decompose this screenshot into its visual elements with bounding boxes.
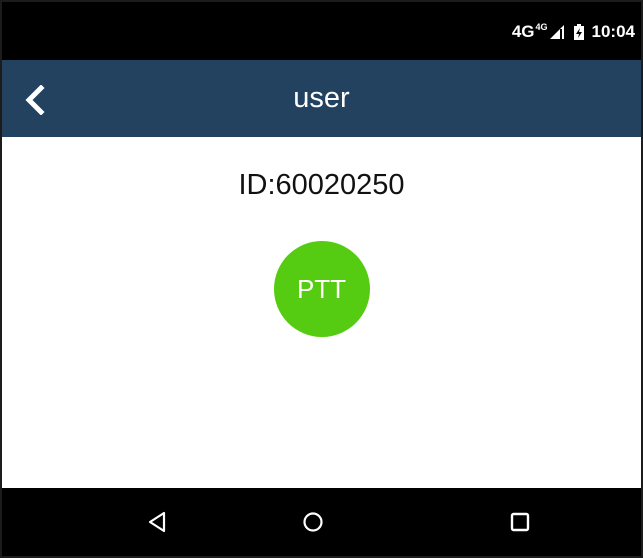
square-recents-icon <box>510 512 530 532</box>
battery-charging-icon <box>573 24 584 40</box>
main-content: ID:60020250 PTT <box>2 137 641 492</box>
status-bar: 4G 4G 10:04 <box>2 2 641 60</box>
nav-recents-button[interactable] <box>502 504 538 540</box>
navigation-bar <box>2 488 641 556</box>
nav-back-button[interactable] <box>140 504 176 540</box>
chevron-left-icon <box>25 85 45 115</box>
cell-signal-icon <box>549 25 564 39</box>
phone-screen: 4G 4G 10:04 user ID:60020250 PTT <box>0 0 643 558</box>
triangle-back-icon <box>148 511 166 533</box>
back-button[interactable] <box>24 80 64 120</box>
ptt-button-label: PTT <box>296 273 347 304</box>
nav-home-button[interactable] <box>295 504 331 540</box>
page-title: user <box>293 82 350 114</box>
ptt-button[interactable]: PTT <box>273 241 370 337</box>
user-id-label: ID:60020250 <box>238 169 405 201</box>
network-type-label: 4G <box>511 22 535 41</box>
clock: 10:04 <box>591 22 635 41</box>
circle-home-icon <box>303 512 323 532</box>
app-bar: user <box>2 60 641 137</box>
network-type-superscript: 4G <box>535 22 548 32</box>
network-type: 4G 4G <box>512 22 548 42</box>
status-indicators: 4G 4G 10:04 <box>512 20 635 44</box>
